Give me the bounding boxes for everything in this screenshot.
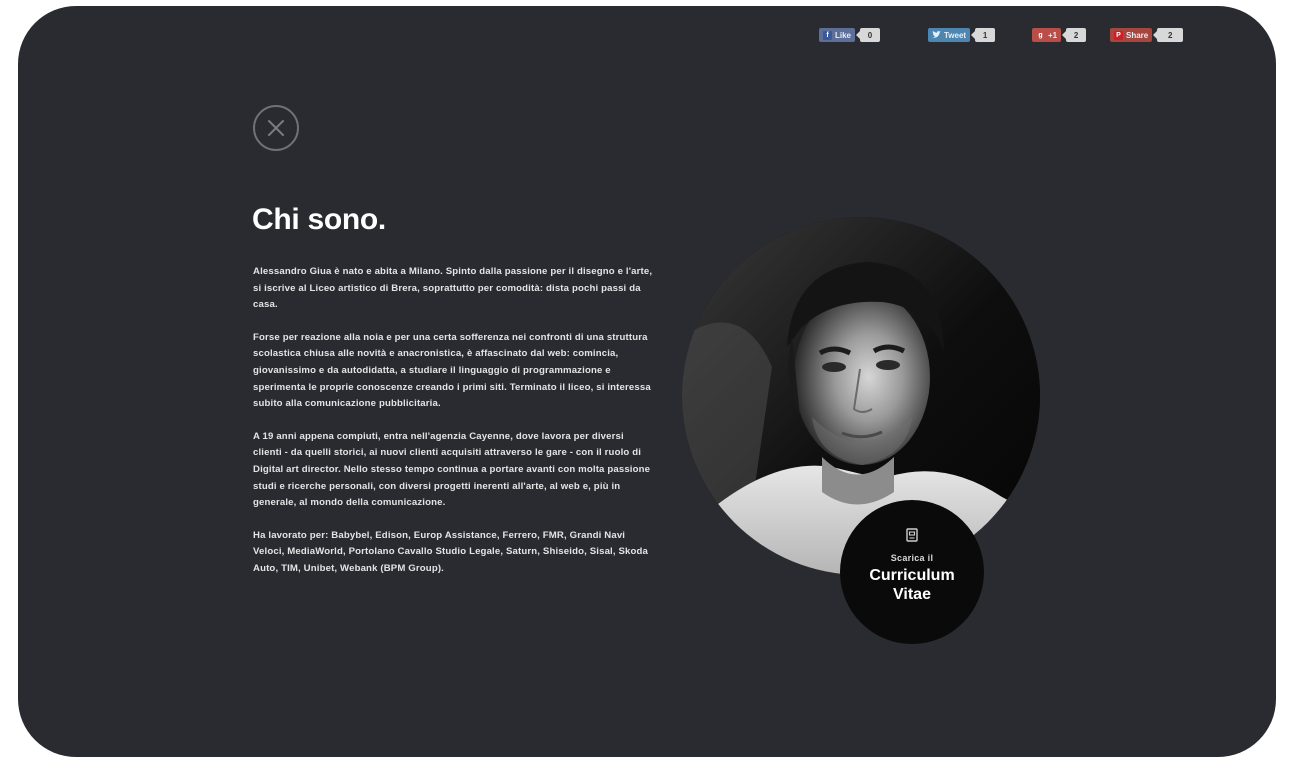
cv-label: Curriculum Vitae <box>869 567 955 603</box>
twitter-icon <box>932 31 941 40</box>
share-button[interactable]: P Share <box>1110 28 1153 42</box>
pinterest-icon: P <box>1114 30 1123 40</box>
tweet-count: 1 <box>971 28 996 42</box>
bio-paragraph: Forse per reazione alla noia e per una c… <box>253 331 651 410</box>
google-plus-label: +1 <box>1048 30 1058 40</box>
page-frame: f Like 0 Tweet 1 g +1 2 P Share 2 Chi so… <box>18 6 1276 757</box>
facebook-like[interactable]: f Like 0 <box>819 26 881 44</box>
tweet-label: Tweet <box>944 30 967 40</box>
download-cv-button[interactable]: Scarica il Curriculum Vitae <box>840 500 984 644</box>
facebook-like-count: 0 <box>856 28 881 42</box>
bio-paragraph: A 19 anni appena compiuti, entra nell'ag… <box>253 430 651 509</box>
close-icon <box>268 120 284 136</box>
clients-paragraph: Ha lavorato per: Babybel, Edison, Europ … <box>253 529 649 574</box>
facebook-like-label: Like <box>835 30 852 40</box>
social-bar: f Like 0 Tweet 1 g +1 2 P Share 2 <box>18 26 1276 44</box>
page-title: Chi sono. <box>252 203 386 236</box>
bio-text: Alessandro Giua è nato e abita a Milano.… <box>253 264 653 594</box>
facebook-like-button[interactable]: f Like <box>819 28 856 42</box>
document-icon <box>906 528 918 542</box>
twitter-tweet[interactable]: Tweet 1 <box>928 26 996 44</box>
tweet-button[interactable]: Tweet <box>928 28 971 42</box>
close-button[interactable] <box>253 105 299 151</box>
google-plus[interactable]: g +1 2 <box>1032 26 1087 44</box>
bio-paragraph: Alessandro Giua è nato e abita a Milano.… <box>253 266 653 311</box>
share-label: Share <box>1126 30 1149 40</box>
facebook-icon: f <box>823 30 832 40</box>
google-plus-count: 2 <box>1062 28 1087 42</box>
share-count: 2 <box>1153 28 1184 42</box>
pinterest-share[interactable]: P Share 2 <box>1110 26 1184 44</box>
cv-prefix: Scarica il <box>890 553 934 563</box>
google-plus-icon: g <box>1038 31 1043 39</box>
google-plus-button[interactable]: g +1 <box>1032 28 1062 42</box>
